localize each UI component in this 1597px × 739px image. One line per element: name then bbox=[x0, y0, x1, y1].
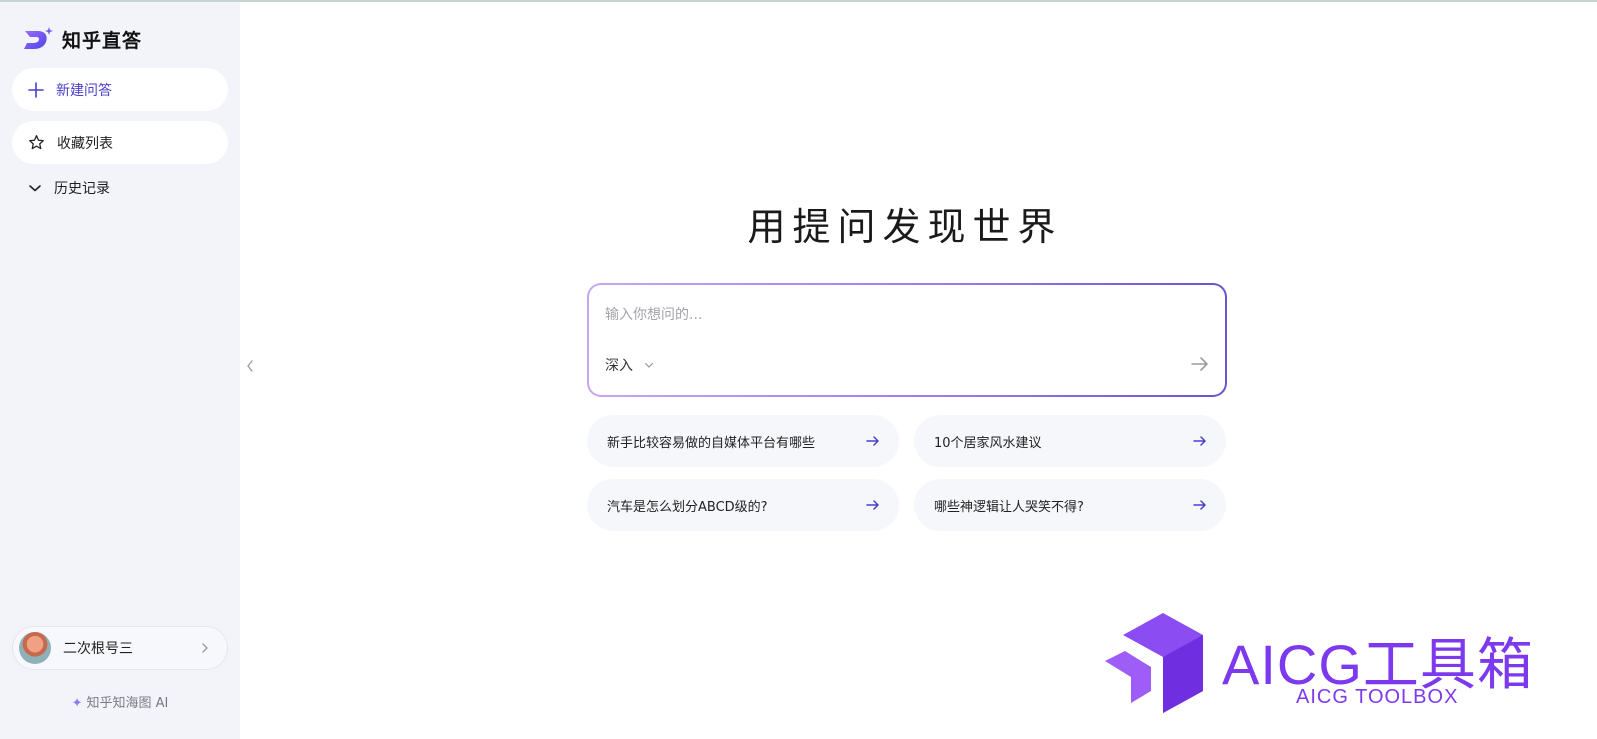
avatar bbox=[19, 632, 51, 664]
ask-box: 深入 bbox=[587, 283, 1227, 397]
watermark-subtitle: AICG TOOLBOX bbox=[1296, 686, 1459, 708]
brand[interactable]: 知乎直答 bbox=[22, 24, 142, 54]
user-name: 二次根号三 bbox=[63, 641, 133, 657]
mode-selector[interactable]: 深入 bbox=[605, 355, 655, 375]
suggestion-chip[interactable]: 新手比较容易做的自媒体平台有哪些 bbox=[587, 415, 899, 467]
arrow-right-icon bbox=[1193, 500, 1206, 510]
send-arrow-icon[interactable] bbox=[1189, 353, 1211, 375]
suggestion-text: 10个居家风水建议 bbox=[934, 435, 1042, 451]
chevron-right-icon bbox=[202, 643, 208, 653]
suggestion-text: 汽车是怎么划分ABCD级的? bbox=[607, 499, 768, 515]
chevron-down-icon bbox=[29, 185, 41, 192]
chevron-down-icon bbox=[644, 362, 654, 368]
arrow-right-icon bbox=[866, 500, 879, 510]
history-label: 历史记录 bbox=[54, 181, 110, 197]
page-title: 用提问发现世界 bbox=[747, 205, 1063, 249]
suggestion-text: 新手比较容易做的自媒体平台有哪些 bbox=[607, 435, 816, 451]
sparkle-icon: ✦ bbox=[71, 696, 83, 711]
new-qa-label: 新建问答 bbox=[56, 82, 112, 99]
suggestion-chip[interactable]: 哪些神逻辑让人哭笑不得? bbox=[914, 479, 1226, 531]
mode-label: 深入 bbox=[605, 358, 633, 374]
arrow-right-icon bbox=[866, 436, 879, 446]
favorites-label: 收藏列表 bbox=[57, 135, 113, 152]
plus-icon bbox=[28, 81, 44, 98]
powered-by: ✦ 知乎知海图 AI bbox=[0, 692, 240, 711]
collapse-sidebar-icon[interactable] bbox=[244, 358, 256, 374]
suggestion-chip[interactable]: 10个居家风水建议 bbox=[914, 415, 1226, 467]
suggestion-chip[interactable]: 汽车是怎么划分ABCD级的? bbox=[587, 479, 899, 531]
powered-by-text: 知乎知海图 AI bbox=[86, 696, 169, 711]
zhida-logo-icon bbox=[24, 27, 53, 49]
favorites-button[interactable]: 收藏列表 bbox=[12, 121, 228, 164]
question-input[interactable] bbox=[605, 303, 1165, 327]
history-toggle[interactable]: 历史记录 bbox=[12, 170, 228, 206]
user-profile-button[interactable]: 二次根号三 bbox=[12, 626, 228, 670]
star-icon bbox=[29, 135, 44, 150]
arrow-right-icon bbox=[1193, 436, 1206, 446]
brand-name: 知乎直答 bbox=[62, 29, 143, 52]
ask-box-inner: 深入 bbox=[589, 285, 1225, 395]
sidebar: 知乎直答 新建问答 收藏列表 历史记录 二次根号三 ✦ 知乎知海图 AI bbox=[0, 2, 240, 739]
aicg-toolbox-logo-icon bbox=[1105, 613, 1203, 713]
suggestion-text: 哪些神逻辑让人哭笑不得? bbox=[934, 499, 1084, 515]
new-qa-button[interactable]: 新建问答 bbox=[12, 68, 228, 111]
